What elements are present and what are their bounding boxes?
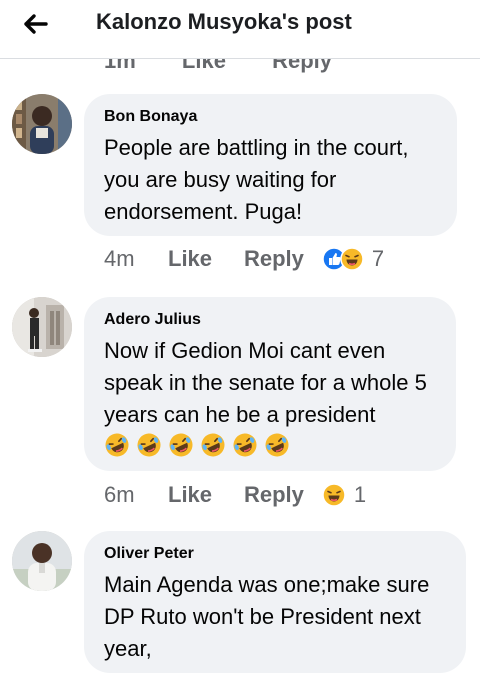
comment-actions: 6m Like Reply 1 [104,482,366,508]
reaction-summary[interactable]: 7 [322,246,384,272]
reply-button[interactable]: Reply [244,482,304,508]
profile-photo [12,94,72,154]
comment-text: Now if Gedion Moi cant even speak in the… [104,335,436,463]
reply-button[interactable]: Reply [244,246,304,272]
back-button[interactable] [18,6,54,42]
profile-photo [12,531,72,591]
comment-bubble: Bon Bonaya People are battling in the co… [84,94,457,236]
rofl-emoji-icon [105,433,129,457]
comment-time: 4m [104,246,135,271]
like-button[interactable]: Like [168,482,244,508]
rofl-emoji-icon [169,433,193,457]
rofl-emoji-icon [265,433,289,457]
comment-text: Main Agenda was one;make sure DP Ruto wo… [104,572,430,661]
comment-bubble: Adero Julius Now if Gedion Moi cant even… [84,297,456,471]
haha-reaction-icon [322,483,346,507]
comment-time: 6m [104,482,135,507]
avatar[interactable] [12,531,72,591]
emoji-group [104,432,290,458]
comment-text-body: Now if Gedion Moi cant even speak in the… [104,338,427,427]
rofl-emoji-icon [137,433,161,457]
page-title: Kalonzo Musyoka's post [96,9,352,34]
comment-bubble: Oliver Peter Main Agenda was one;make su… [84,531,466,673]
reaction-summary[interactable]: 1 [322,482,366,508]
avatar[interactable] [12,94,72,154]
rofl-emoji-icon [201,433,225,457]
avatar[interactable] [12,297,72,357]
back-arrow-icon [24,14,48,34]
like-button[interactable]: Like [168,246,244,272]
reaction-count: 7 [371,246,385,271]
comment-author[interactable]: Adero Julius [104,311,436,329]
haha-reaction-icon [340,247,364,271]
rofl-emoji-icon [233,433,257,457]
reaction-count: 1 [353,482,367,507]
comment-actions: 4m Like Reply 7 [104,246,384,272]
top-app-bar: Kalonzo Musyoka's post [0,0,480,59]
comment-text: People are battling in the court, you ar… [104,135,409,224]
profile-photo [12,297,72,357]
comment-author[interactable]: Oliver Peter [104,545,446,563]
comment-author[interactable]: Bon Bonaya [104,108,437,126]
